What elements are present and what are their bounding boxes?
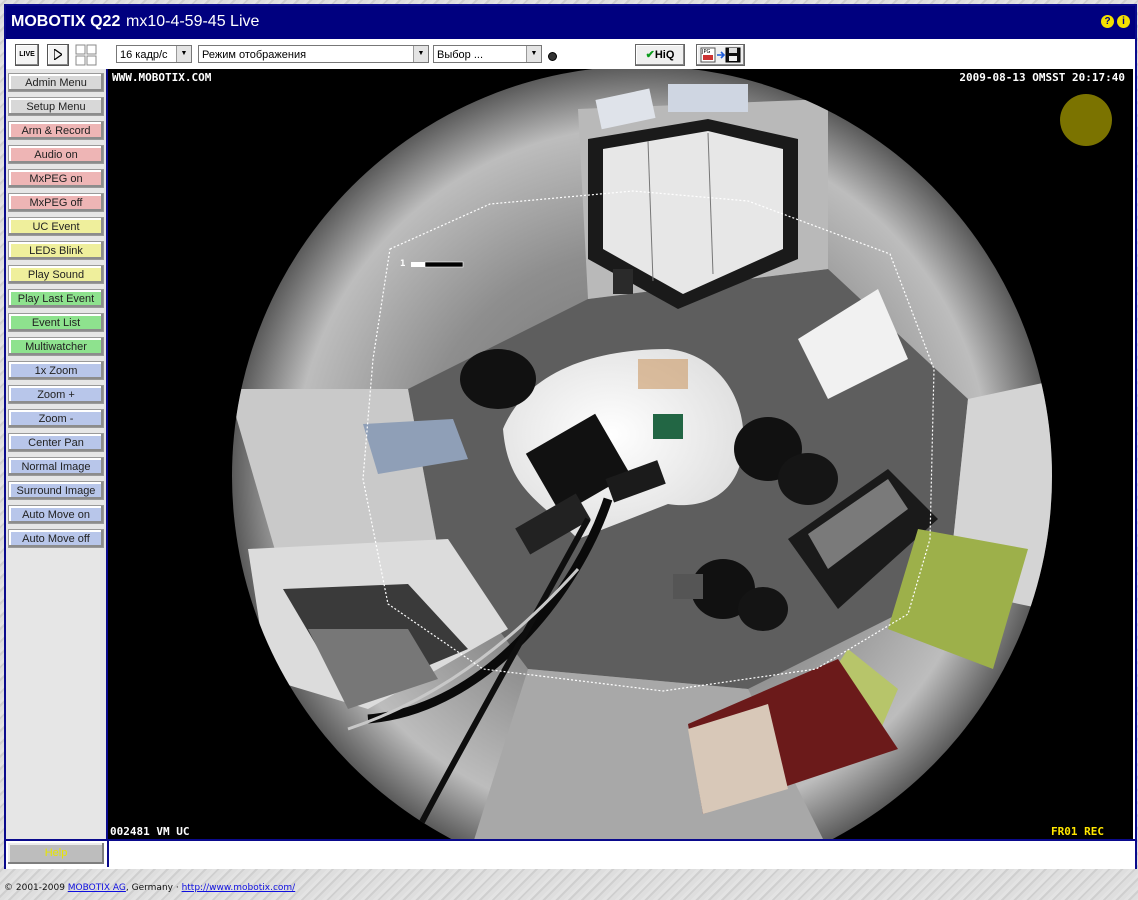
sidebar-button-arm-record[interactable]: Arm & Record — [8, 121, 104, 140]
choice-select[interactable]: Выбор ... ▼ — [433, 45, 542, 63]
help-question-icon[interactable]: ? — [1101, 15, 1114, 28]
sidebar-button-leds-blink[interactable]: LEDs Blink — [8, 241, 104, 260]
sidebar-button-mxpeg-off[interactable]: MxPEG off — [8, 193, 104, 212]
status-dot-icon — [1060, 94, 1112, 146]
framerate-select[interactable]: 16 кадр/с ▼ — [116, 45, 192, 63]
sidebar-button-1x-zoom[interactable]: 1x Zoom — [8, 361, 104, 380]
country-text: , Germany · — [125, 883, 182, 893]
choice-value: Выбор ... — [437, 49, 484, 61]
toolbar: LIVE 16 кадр/с ▼ Режим отображения ▼ Выб… — [6, 41, 1135, 69]
area-marker — [411, 262, 425, 267]
camera-title: mx10-4-59-45 Live — [126, 13, 260, 30]
multiview-grid-icon[interactable] — [75, 44, 97, 66]
player-button[interactable] — [47, 44, 69, 66]
chevron-down-icon: ▼ — [526, 46, 541, 62]
live-button[interactable]: LIVE — [15, 44, 39, 66]
save-jpg-button[interactable]: JPG — [696, 44, 745, 66]
sidebar-button-admin-menu[interactable]: Admin Menu — [8, 73, 104, 92]
chevron-down-icon: ▼ — [176, 46, 191, 62]
hiq-label: HiQ — [654, 49, 675, 61]
sidebar-button-setup-menu[interactable]: Setup Menu — [8, 97, 104, 116]
sidebar-button-play-last-event[interactable]: Play Last Event — [8, 289, 104, 308]
sidebar-button-zoom[interactable]: Zoom + — [8, 385, 104, 404]
help-button[interactable]: Help — [8, 843, 104, 864]
sidebar-button-auto-move-off[interactable]: Auto Move off — [8, 529, 104, 548]
overlay-frame-counter: 002481 VM UC — [110, 825, 190, 838]
reload-icon[interactable] — [548, 52, 557, 61]
title-bar: MOBOTIX Q22 mx10-4-59-45 Live ? i — [6, 6, 1135, 39]
sidebar-button-surround-image[interactable]: Surround Image — [8, 481, 104, 500]
chevron-down-icon: ▼ — [413, 46, 428, 62]
framerate-value: 16 кадр/с — [120, 49, 168, 61]
sidebar-button-play-sound[interactable]: Play Sound — [8, 265, 104, 284]
overlay-timestamp: 2009-08-13 OMSST 20:17:40 — [959, 71, 1125, 84]
website-link[interactable]: http://www.mobotix.com/ — [182, 883, 296, 893]
display-mode-value: Режим отображения — [202, 49, 307, 61]
area-label: 1 — [400, 259, 406, 269]
sidebar-button-multiwatcher[interactable]: Multiwatcher — [8, 337, 104, 356]
overlay-url: WWW.MOBOTIX.COM — [112, 71, 212, 84]
info-icon[interactable]: i — [1117, 15, 1130, 28]
footer: © 2001-2009 MOBOTIX AG, Germany · http:/… — [4, 883, 295, 893]
sidebar-button-mxpeg-on[interactable]: MxPEG on — [8, 169, 104, 188]
sidebar-button-audio-on[interactable]: Audio on — [8, 145, 104, 164]
company-link[interactable]: MOBOTIX AG — [68, 883, 126, 893]
hiq-button[interactable]: ✔HiQ — [635, 44, 685, 66]
camera-frame: MOBOTIX Q22 mx10-4-59-45 Live ? i LIVE 1… — [4, 4, 1137, 869]
sidebar-button-center-pan[interactable]: Center Pan — [8, 433, 104, 452]
brand-title: MOBOTIX Q22 — [11, 13, 121, 30]
sidebar-button-auto-move-on[interactable]: Auto Move on — [8, 505, 104, 524]
play-icon — [54, 49, 62, 60]
sidebar-button-uc-event[interactable]: UC Event — [8, 217, 104, 236]
sidebar-button-zoom[interactable]: Zoom - — [8, 409, 104, 428]
camera-view[interactable]: WWW.MOBOTIX.COM 2009-08-13 OMSST 20:17:4… — [108, 69, 1133, 839]
sidebar-button-normal-image[interactable]: Normal Image — [8, 457, 104, 476]
sidebar: Admin Menu Setup Menu Arm & Record Audio on… — [6, 69, 108, 839]
status-row: Help — [6, 839, 1135, 869]
jpg-text: JPG — [701, 49, 710, 55]
overlay-recording: FR01 REC — [1051, 825, 1104, 838]
jpg-save-icon: JPG — [700, 47, 741, 63]
status-field — [107, 841, 1135, 867]
fisheye-image — [108, 69, 1133, 839]
copyright-text: © 2001-2009 — [4, 883, 68, 893]
display-mode-select[interactable]: Режим отображения ▼ — [198, 45, 429, 63]
sidebar-button-event-list[interactable]: Event List — [8, 313, 104, 332]
checkmark-icon: ✔ — [645, 49, 655, 61]
